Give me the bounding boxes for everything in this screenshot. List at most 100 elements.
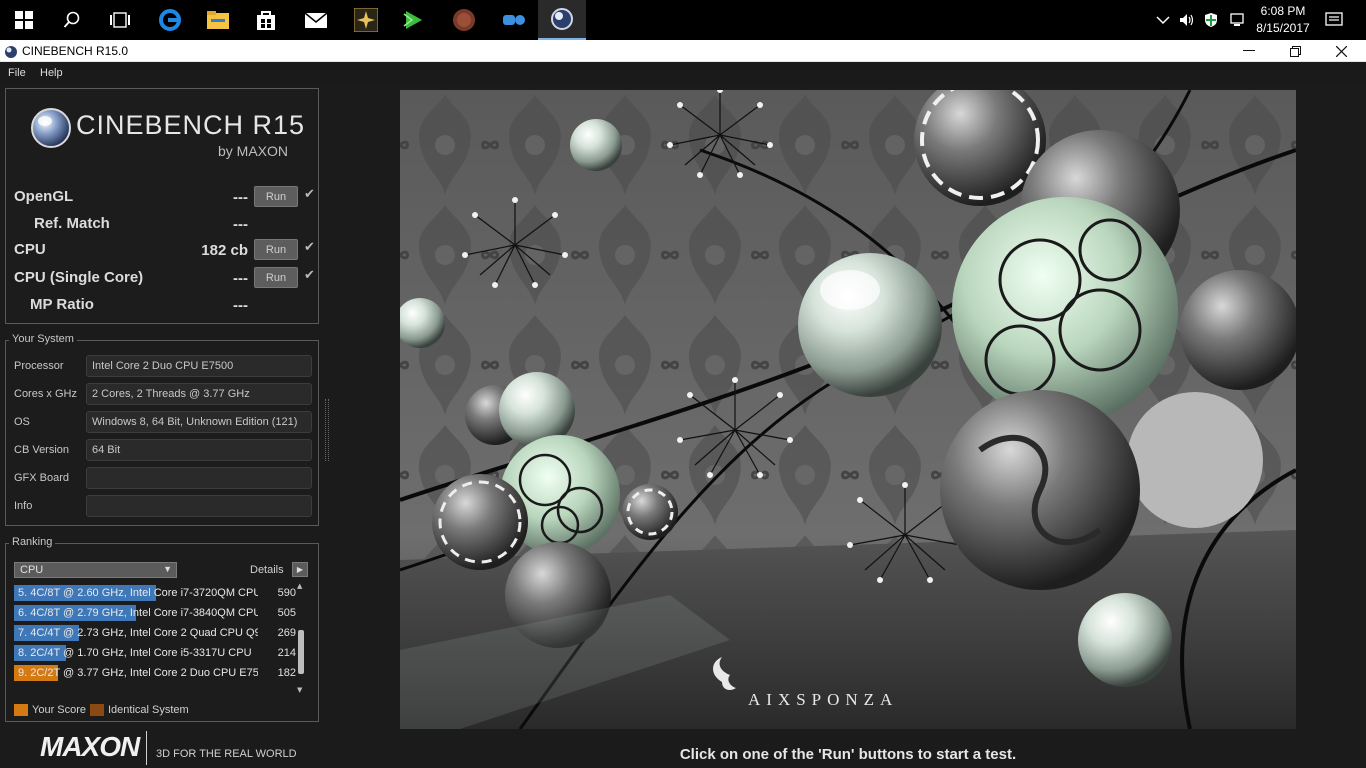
rank-text: 5. 4C/8T @ 2.60 GHz, Intel Core i7-3720Q… bbox=[18, 587, 258, 599]
rank-score: 182 bbox=[277, 667, 296, 679]
menu-file[interactable]: File bbox=[8, 67, 26, 79]
mail-icon[interactable] bbox=[292, 0, 340, 40]
details-button[interactable]: ▶ bbox=[292, 562, 308, 577]
volume-icon[interactable] bbox=[1179, 0, 1195, 40]
bench-value-mp-ratio: --- bbox=[233, 297, 248, 314]
system-clock[interactable]: 6:08 PM 8/15/2017 bbox=[1248, 3, 1318, 37]
system-label: GFX Board bbox=[14, 472, 70, 484]
show-hidden-icons-icon[interactable] bbox=[1156, 0, 1170, 40]
system-value-field[interactable] bbox=[86, 495, 312, 517]
system-value-field[interactable]: 64 Bit bbox=[86, 439, 312, 461]
minimize-button[interactable] bbox=[1226, 40, 1272, 62]
ranking-scrollbar[interactable]: ▲ ▼ bbox=[297, 582, 305, 694]
bench-label-opengl: OpenGL bbox=[14, 188, 74, 205]
ranking-row[interactable]: 7. 4C/4T @ 2.73 GHz, Intel Core 2 Quad C… bbox=[14, 624, 300, 642]
cinebench-logo: CINEBENCH R15 by MAXON bbox=[28, 107, 308, 165]
run-opengl-button[interactable]: Run bbox=[254, 186, 298, 207]
ranking-category-select[interactable]: CPU ▼ bbox=[14, 562, 177, 578]
system-value-field[interactable]: Windows 8, 64 Bit, Unknown Edition (121) bbox=[86, 411, 312, 433]
window-title-bar[interactable]: CINEBENCH R15.0 bbox=[0, 40, 1366, 62]
ranking-panel: Ranking CPU ▼ Details ▶ 5. 4C/8T @ 2.60 … bbox=[5, 536, 319, 722]
maxon-logo: MAXON bbox=[40, 731, 140, 762]
system-label: Processor bbox=[14, 360, 64, 372]
panel-splitter-handle[interactable] bbox=[325, 399, 329, 461]
windows-start-icon[interactable] bbox=[0, 0, 48, 40]
system-label: Info bbox=[14, 500, 33, 512]
system-value-field[interactable] bbox=[86, 467, 312, 489]
app-window-icon bbox=[4, 44, 18, 63]
details-label: Details bbox=[250, 564, 284, 576]
rank-score: 269 bbox=[277, 627, 296, 639]
system-label: Cores x GHz bbox=[14, 388, 77, 400]
network-icon[interactable] bbox=[1229, 0, 1245, 40]
store-icon[interactable] bbox=[242, 0, 290, 40]
scroll-down-icon[interactable]: ▼ bbox=[297, 686, 302, 694]
legend-your-score: Your Score bbox=[32, 704, 87, 716]
check-icon[interactable]: ✔ bbox=[304, 240, 315, 255]
app-icon[interactable] bbox=[342, 0, 390, 40]
rank-text: 8. 2C/4T @ 1.70 GHz, Intel Core i5-3317U… bbox=[18, 647, 252, 659]
bench-value-cpu: 182 cb bbox=[201, 242, 248, 259]
bench-value-opengl: --- bbox=[233, 189, 248, 206]
ranking-row[interactable]: 9. 2C/2T @ 3.77 GHz, Intel Core 2 Duo CP… bbox=[14, 664, 300, 682]
status-message: Click on one of the 'Run' buttons to sta… bbox=[679, 746, 1017, 763]
legend-identical-system: Identical System bbox=[108, 704, 189, 716]
render-scene-image: AIXSPONZA bbox=[400, 90, 1296, 729]
system-value-field[interactable]: Intel Core 2 Duo CPU E7500 bbox=[86, 355, 312, 377]
benchmark-panel: CINEBENCH R15 by MAXON OpenGL --- Run ✔ … bbox=[5, 88, 319, 324]
action-center-icon[interactable] bbox=[1325, 0, 1343, 40]
restore-button[interactable] bbox=[1272, 40, 1318, 62]
scroll-up-icon[interactable]: ▲ bbox=[297, 582, 302, 590]
logo-sub: by MAXON bbox=[218, 143, 289, 159]
bench-label-cpu: CPU bbox=[14, 241, 46, 258]
menu-bar: File Help bbox=[0, 63, 1366, 83]
run-cpu-single-button[interactable]: Run bbox=[254, 267, 298, 288]
bench-label-mp-ratio: MP Ratio bbox=[30, 296, 94, 313]
footer-divider bbox=[146, 731, 147, 765]
security-shield-icon[interactable] bbox=[1203, 0, 1219, 40]
run-cpu-button[interactable]: Run bbox=[254, 239, 298, 260]
ranking-row[interactable]: 8. 2C/4T @ 1.70 GHz, Intel Core i5-3317U… bbox=[14, 644, 300, 662]
file-explorer-icon[interactable] bbox=[194, 0, 242, 40]
ranking-row[interactable]: 5. 4C/8T @ 2.60 GHz, Intel Core i7-3720Q… bbox=[14, 584, 300, 602]
your-score-swatch bbox=[14, 704, 28, 716]
edge-browser-icon[interactable] bbox=[146, 0, 194, 40]
media-player-icon[interactable] bbox=[390, 0, 438, 40]
system-row: OS Windows 8, 64 Bit, Unknown Edition (1… bbox=[14, 411, 312, 433]
system-value-field[interactable]: 2 Cores, 2 Threads @ 3.77 GHz bbox=[86, 383, 312, 405]
ranking-row[interactable]: 6. 4C/8T @ 2.79 GHz, Intel Core i7-3840Q… bbox=[14, 604, 300, 622]
ranking-selected-value: CPU bbox=[20, 564, 44, 576]
ranking-list: 5. 4C/8T @ 2.60 GHz, Intel Core i7-3720Q… bbox=[14, 584, 300, 694]
scrollbar-thumb[interactable] bbox=[298, 630, 304, 674]
menu-help[interactable]: Help bbox=[40, 67, 63, 79]
main-area: CINEBENCH R15 by MAXON OpenGL --- Run ✔ … bbox=[0, 83, 1366, 768]
bench-row-ref-match: Ref. Match --- bbox=[14, 213, 314, 235]
app-icon-2[interactable] bbox=[440, 0, 488, 40]
chevron-right-icon: ▶ bbox=[296, 565, 304, 574]
bench-label-cpu-single: CPU (Single Core) bbox=[14, 269, 144, 286]
app-icon-3[interactable] bbox=[490, 0, 538, 40]
cinebench-sphere-icon bbox=[31, 108, 71, 148]
rank-score: 214 bbox=[277, 647, 296, 659]
clock-date: 8/15/2017 bbox=[1256, 21, 1310, 35]
identical-system-swatch bbox=[90, 704, 104, 716]
your-system-panel: Your System Processor Intel Core 2 Duo C… bbox=[5, 333, 319, 526]
rank-score: 505 bbox=[277, 607, 296, 619]
chevron-down-icon: ▼ bbox=[163, 564, 172, 574]
task-view-icon[interactable] bbox=[96, 0, 144, 40]
rank-text: 9. 2C/2T @ 3.77 GHz, Intel Core 2 Duo CP… bbox=[18, 667, 258, 679]
check-icon[interactable]: ✔ bbox=[304, 187, 315, 202]
rank-text: 6. 4C/8T @ 2.79 GHz, Intel Core i7-3840Q… bbox=[18, 607, 258, 619]
system-label: OS bbox=[14, 416, 30, 428]
close-button[interactable] bbox=[1318, 40, 1364, 62]
ranking-heading: Ranking bbox=[9, 536, 56, 548]
cinebench-icon[interactable] bbox=[538, 0, 586, 40]
bench-row-opengl: OpenGL --- Run ✔ bbox=[14, 186, 315, 208]
your-system-heading: Your System bbox=[9, 333, 77, 345]
system-row: Cores x GHz 2 Cores, 2 Threads @ 3.77 GH… bbox=[14, 383, 312, 405]
bench-row-cpu: CPU 182 cb Run ✔ bbox=[14, 239, 315, 261]
check-icon[interactable]: ✔ bbox=[304, 268, 315, 283]
search-icon[interactable] bbox=[48, 0, 96, 40]
rank-text: 7. 4C/4T @ 2.73 GHz, Intel Core 2 Quad C… bbox=[18, 627, 258, 639]
window-title: CINEBENCH R15.0 bbox=[22, 44, 129, 58]
